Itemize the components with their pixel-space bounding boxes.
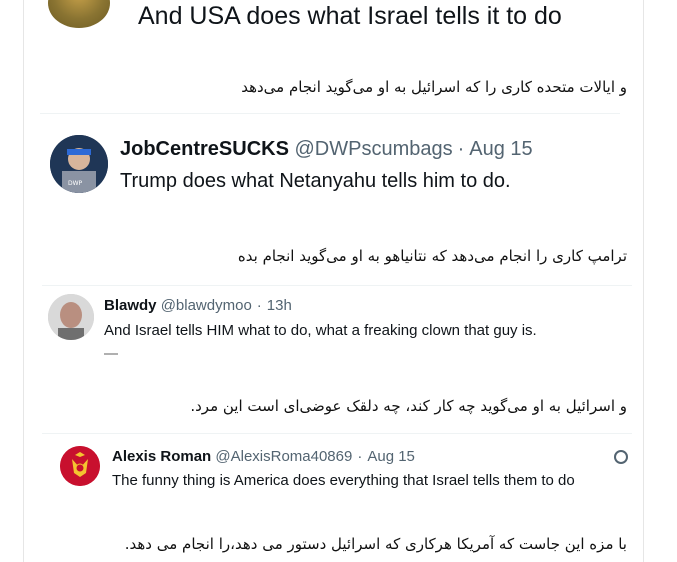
author-name[interactable]: Blawdy (104, 297, 157, 314)
translation-4: با مزه این جاست که آمریکا هرکاری که اسرا… (124, 535, 627, 553)
tweet-body: The funny thing is America does everythi… (112, 472, 575, 489)
translation-1: و ایالات متحده کاری را که اسرائیل به او … (241, 78, 627, 96)
avatar-icon (60, 446, 100, 486)
separator: · (256, 297, 262, 314)
tweet-date[interactable]: 13h (267, 297, 292, 314)
tweet-screenshot-3: Alexis Roman @AlexisRoma40869 · Aug 15 The… (42, 433, 632, 494)
tweet-date[interactable]: Aug 15 (367, 448, 415, 465)
tweet-date[interactable]: Aug 15 (469, 138, 532, 160)
avatar-icon: DWP (50, 135, 108, 193)
top-tweet-screenshot: And USA does what Israel tells it to do (40, 0, 630, 38)
grok-icon[interactable] (614, 450, 628, 464)
author-handle[interactable]: @AlexisRoma40869 (215, 448, 352, 465)
author-handle[interactable]: @DWPscumbags (294, 138, 452, 160)
author-name[interactable]: JobCentreSUCKS (120, 138, 289, 160)
separator: · (357, 448, 363, 465)
cropped-next-line (104, 353, 118, 355)
avatar-icon (48, 294, 94, 340)
separator: · (457, 138, 465, 160)
tweet-body: Trump does what Netanyahu tells him to d… (120, 170, 511, 192)
emoji-icon (454, 490, 514, 494)
author-handle[interactable]: @blawdymoo (161, 297, 252, 314)
author-name[interactable]: Alexis Roman (112, 448, 211, 465)
tweet-body: And Israel tells HIM what to do, what a … (104, 322, 537, 339)
translation-3: و اسرائیل به او می‌گوید چه کار کند، چه د… (190, 397, 627, 415)
svg-text:DWP: DWP (68, 180, 83, 187)
tweet-screenshot-2: Blawdy @blawdymoo · 13h And Israel tells H… (42, 285, 632, 358)
avatar-icon (48, 0, 110, 28)
tweet-body: And USA does what Israel tells it to do (138, 2, 562, 30)
right-border (643, 0, 644, 562)
tweet-screenshot-1: DWP JobCentreSUCKS @DWPscumbags · Aug 15 T… (40, 113, 620, 209)
left-border (23, 0, 24, 562)
translation-2: ترامپ کاری را انجام می‌دهد که نتانیاهو ب… (237, 247, 627, 265)
